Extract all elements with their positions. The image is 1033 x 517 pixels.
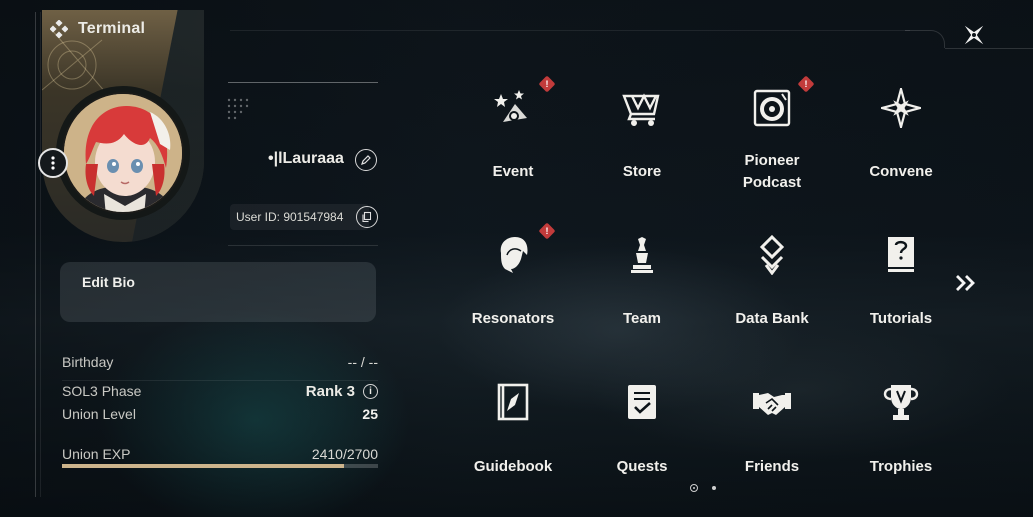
page-dot-1[interactable] bbox=[690, 484, 698, 492]
menu-event[interactable]: Event bbox=[453, 88, 573, 208]
divider bbox=[228, 82, 378, 83]
menu-guidebook[interactable]: Guidebook bbox=[453, 383, 573, 503]
menu-team[interactable]: Team bbox=[582, 235, 702, 355]
diamond-cluster-icon bbox=[50, 20, 68, 38]
next-page-button[interactable] bbox=[953, 272, 979, 294]
copy-icon bbox=[362, 211, 372, 223]
frame-line bbox=[35, 12, 36, 497]
union-exp-bar-fill bbox=[62, 464, 345, 468]
page-dot-2[interactable] bbox=[712, 486, 716, 490]
close-star-icon bbox=[964, 25, 984, 45]
menu-pioneer-podcast[interactable]: Pioneer Podcast bbox=[712, 88, 832, 208]
notification-badge: ! bbox=[797, 75, 815, 93]
double-chevron-right-icon bbox=[956, 275, 975, 291]
divider bbox=[228, 245, 378, 246]
menu-resonators-label: Resonators bbox=[471, 310, 555, 327]
birthday-value: -- / -- bbox=[347, 354, 378, 370]
menu-trophies[interactable]: Trophies bbox=[841, 383, 961, 503]
divider bbox=[62, 380, 378, 381]
page-title: Terminal bbox=[78, 20, 146, 37]
menu-tutorials[interactable]: Tutorials bbox=[841, 235, 961, 355]
union-exp-label: Union EXP bbox=[62, 446, 131, 462]
pencil-icon bbox=[361, 155, 371, 165]
menu-podcast-label-line1: Pioneer bbox=[744, 152, 800, 169]
menu-team-label: Team bbox=[622, 310, 662, 327]
phase-label: SOL3 Phase bbox=[62, 383, 142, 399]
notification-badge: ! bbox=[538, 75, 556, 93]
trophy-icon bbox=[883, 385, 919, 420]
more-vertical-icon bbox=[51, 156, 55, 170]
phase-rank: Rank 3 i bbox=[306, 383, 378, 400]
menu-friends-label: Friends bbox=[744, 458, 800, 475]
menu-convene[interactable]: Convene bbox=[841, 88, 961, 208]
birthday-row: Birthday -- / -- bbox=[62, 354, 378, 370]
data-bank-icon bbox=[759, 235, 785, 275]
profile-options-button[interactable] bbox=[38, 148, 68, 178]
badge-mark: ! bbox=[545, 79, 549, 89]
union-level-label: Union Level bbox=[62, 406, 136, 422]
union-exp-bar bbox=[62, 464, 378, 468]
badge-mark: ! bbox=[545, 226, 549, 236]
event-icon bbox=[494, 90, 527, 122]
phase-value: Rank 3 bbox=[305, 383, 355, 400]
menu-guidebook-label: Guidebook bbox=[473, 458, 553, 475]
union-level-row: Union Level 25 bbox=[62, 406, 378, 422]
compass-star-icon bbox=[881, 88, 921, 128]
menu-tutorials-label: Tutorials bbox=[869, 310, 933, 327]
decor-dots bbox=[227, 98, 249, 120]
pagination bbox=[690, 484, 716, 492]
close-button[interactable] bbox=[957, 18, 991, 52]
handshake-icon bbox=[753, 393, 791, 415]
menu-event-label: Event bbox=[492, 163, 534, 180]
menu-friends[interactable]: Friends bbox=[712, 383, 832, 503]
union-exp-row: Union EXP 2410/2700 bbox=[62, 446, 378, 462]
menu-trophies-label: Trophies bbox=[869, 458, 933, 475]
menu-convene-label: Convene bbox=[869, 163, 933, 180]
menu-store[interactable]: Store bbox=[582, 88, 702, 208]
avatar[interactable] bbox=[62, 92, 184, 214]
badge-mark: ! bbox=[804, 79, 808, 89]
birthday-label: Birthday bbox=[62, 354, 114, 370]
menu-data-bank[interactable]: Data Bank bbox=[712, 235, 832, 355]
union-exp-value: 2410/2700 bbox=[311, 446, 378, 462]
edit-name-button[interactable] bbox=[355, 149, 377, 171]
edit-bio-button[interactable]: Edit Bio bbox=[60, 262, 376, 322]
username: •|lLauraaa bbox=[268, 150, 344, 167]
union-level-value: 25 bbox=[362, 406, 378, 422]
cart-icon bbox=[622, 93, 660, 126]
menu-quests-label: Quests bbox=[616, 458, 668, 475]
avatar-portrait bbox=[64, 94, 182, 212]
guidebook-compass-icon bbox=[497, 383, 529, 421]
user-id: User ID: 901547984 bbox=[230, 204, 370, 230]
notification-badge: ! bbox=[538, 222, 556, 240]
character-head-icon bbox=[500, 237, 528, 273]
frame-line bbox=[230, 30, 910, 31]
terminal-header: Terminal bbox=[50, 20, 145, 38]
menu-data-bank-label: Data Bank bbox=[735, 310, 809, 327]
menu-resonators[interactable]: Resonators bbox=[453, 235, 573, 355]
info-icon[interactable]: i bbox=[363, 384, 378, 399]
chess-pieces-icon bbox=[631, 237, 653, 273]
edit-bio-label: Edit Bio bbox=[82, 274, 135, 290]
copy-user-id-button[interactable] bbox=[356, 206, 378, 228]
record-player-icon bbox=[753, 89, 791, 127]
frame-line bbox=[40, 12, 41, 497]
menu-store-label: Store bbox=[622, 163, 662, 180]
question-book-icon bbox=[888, 237, 914, 272]
frame-corner bbox=[905, 30, 945, 48]
menu-quests[interactable]: Quests bbox=[582, 383, 702, 503]
quest-checklist-icon bbox=[628, 385, 656, 419]
menu-podcast-label-line2: Podcast bbox=[742, 174, 802, 191]
phase-row: SOL3 Phase Rank 3 i bbox=[62, 383, 378, 400]
